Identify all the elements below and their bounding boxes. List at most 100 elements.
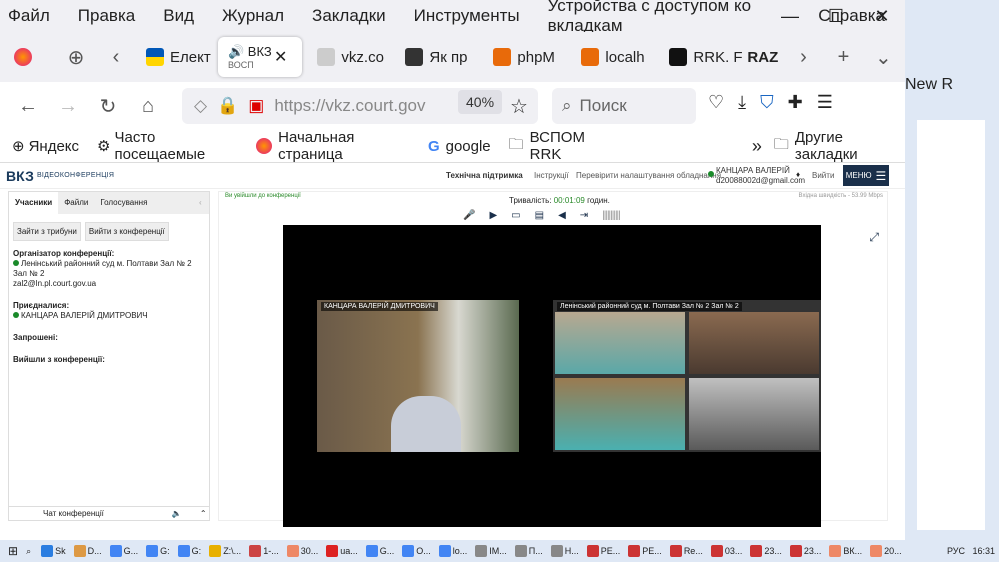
- taskbar-item[interactable]: 23...: [748, 545, 784, 557]
- tab-close-icon[interactable]: ✕: [274, 47, 287, 67]
- close-icon[interactable]: ✕: [859, 0, 905, 32]
- new-tab-icon[interactable]: +: [823, 46, 863, 69]
- taskbar-item[interactable]: D...: [72, 545, 104, 557]
- zoom-level[interactable]: 40%: [458, 90, 503, 114]
- tab-participants[interactable]: Учасники: [9, 192, 59, 214]
- tab-wiki[interactable]: Як пр: [395, 37, 483, 77]
- lock-icon[interactable]: 🔒: [217, 96, 238, 116]
- search-icon[interactable]: ⌕: [26, 546, 31, 557]
- taskbar-item[interactable]: O...: [400, 545, 433, 557]
- taskbar-item[interactable]: 1-...: [247, 545, 281, 557]
- logout-link[interactable]: Вийти: [812, 171, 834, 180]
- home-icon[interactable]: ⌂: [128, 95, 168, 118]
- bookmark-google[interactable]: Ggoogle: [428, 138, 491, 155]
- menu-bookmarks[interactable]: Закладки: [312, 6, 386, 26]
- taskbar-item[interactable]: ВК...: [827, 545, 864, 557]
- lang-indicator[interactable]: РУС: [947, 546, 965, 556]
- minimize-icon[interactable]: —: [767, 0, 813, 32]
- participant-feed[interactable]: КАНЦАРА ВАЛЕРІЙ ДМИТРОВИЧ: [317, 300, 519, 452]
- tab-localhost[interactable]: localh: [571, 37, 659, 77]
- vkz-logo[interactable]: ВКЗ: [6, 168, 34, 184]
- pocket-icon[interactable]: ♡: [708, 92, 724, 113]
- tab-elect[interactable]: Елект: [136, 37, 218, 77]
- chevron-right-icon[interactable]: ›: [783, 46, 823, 69]
- leave-conference-button[interactable]: Вийти з конференції: [84, 222, 169, 241]
- taskbar-item[interactable]: Z:\...: [207, 545, 243, 557]
- video-icon[interactable]: ▶: [489, 210, 497, 221]
- download-icon[interactable]: ⤓: [738, 92, 746, 113]
- tab-voting[interactable]: Голосування: [94, 192, 153, 214]
- menu-button[interactable]: МЕНЮ ☰: [843, 165, 889, 186]
- taskbar-item[interactable]: IM...: [473, 545, 509, 557]
- tab-vkz-active[interactable]: 🔊 ВКЗ ВОСП: [218, 37, 302, 77]
- tab-raz[interactable]: RAZ: [743, 37, 783, 77]
- search-input[interactable]: ⌕ Поиск: [552, 88, 696, 124]
- menu-file[interactable]: Файл: [8, 6, 50, 26]
- exit-icon[interactable]: ⇥: [580, 210, 588, 221]
- tab-rrk[interactable]: RRK. F: [659, 37, 743, 77]
- extension-shield-icon[interactable]: ⛉: [760, 92, 774, 113]
- taskbar-item[interactable]: Н...: [549, 545, 581, 557]
- chat-bar[interactable]: Чат конференції 🔈 ⌃: [9, 506, 209, 520]
- hamburger-menu-icon[interactable]: ☰: [817, 92, 833, 113]
- taskbar-item[interactable]: G...: [364, 545, 397, 557]
- taskbar-item[interactable]: G:: [144, 545, 172, 557]
- chevron-down-icon[interactable]: ⌄: [863, 45, 903, 70]
- taskbar-item[interactable]: ua...: [324, 545, 360, 557]
- maximize-icon[interactable]: ☐: [813, 0, 859, 32]
- taskbar-item[interactable]: lo...: [437, 545, 470, 557]
- fullscreen-icon[interactable]: ⤢: [869, 230, 879, 245]
- bookmark-yandex[interactable]: ⊕ Яндекс: [12, 137, 79, 156]
- menu-devices[interactable]: Устройства с доступом ко вкладкам: [548, 0, 791, 36]
- start-icon[interactable]: ⊞: [8, 544, 18, 558]
- taskbar-item[interactable]: PE...: [626, 545, 664, 557]
- taskbar-item[interactable]: 23...: [788, 545, 824, 557]
- firefox-icon[interactable]: [14, 48, 32, 66]
- taskbar-item[interactable]: G:: [176, 545, 204, 557]
- instructions-link[interactable]: Інструкції: [534, 171, 569, 180]
- tab-phpmyadmin[interactable]: phpM: [483, 37, 571, 77]
- taskbar-item[interactable]: G...: [108, 545, 141, 557]
- extensions-icon[interactable]: ✚: [788, 92, 803, 113]
- bookmark-vspom[interactable]: 🗀 ВСПОМ RRK: [509, 129, 612, 163]
- chevron-up-icon[interactable]: ⌃: [200, 509, 207, 518]
- bookmark-start-page[interactable]: Начальная страница: [256, 129, 410, 163]
- taskbar-item[interactable]: 30...: [285, 545, 321, 557]
- menu-history[interactable]: Журнал: [222, 6, 284, 26]
- bookmark-other[interactable]: 🗀 Другие закладки: [774, 129, 899, 163]
- shield-icon[interactable]: ◇: [194, 96, 207, 116]
- check-hw-link[interactable]: Перевірити налаштування обладнання: [576, 171, 721, 180]
- document-icon[interactable]: ▤: [535, 210, 544, 221]
- bookmark-star-icon[interactable]: ☆: [510, 94, 528, 119]
- mic-icon[interactable]: 🎤: [463, 210, 475, 221]
- taskbar-item[interactable]: 20...: [868, 545, 904, 557]
- taskbar-item[interactable]: Re...: [668, 545, 705, 557]
- word-title[interactable]: New R: [905, 76, 953, 94]
- menu-tools[interactable]: Инструменты: [414, 6, 520, 26]
- chevron-left-icon[interactable]: ‹: [96, 46, 136, 69]
- taskbar-item[interactable]: Sk: [39, 545, 68, 557]
- support-link[interactable]: Технічна підтримка: [446, 171, 523, 180]
- speaker-icon[interactable]: 🔈: [172, 509, 182, 518]
- camera-icon[interactable]: ▣: [248, 96, 264, 116]
- taskbar-item[interactable]: PE...: [585, 545, 623, 557]
- menu-edit[interactable]: Правка: [78, 6, 135, 26]
- tab-files[interactable]: Файли: [58, 192, 94, 214]
- chevron-double-right-icon[interactable]: »: [752, 136, 762, 157]
- menu-view[interactable]: Вид: [163, 6, 194, 26]
- court-feed[interactable]: Ленінський районний суд м. Полтави Зал №…: [553, 300, 821, 452]
- clock[interactable]: 16:31: [972, 546, 995, 556]
- megaphone-icon[interactable]: ◀: [558, 210, 566, 221]
- tribune-button[interactable]: Зайти з трибуни: [13, 222, 81, 241]
- url-text[interactable]: https://vkz.court.gov: [274, 96, 425, 116]
- globe-icon[interactable]: ⊕: [56, 45, 96, 70]
- taskbar-item[interactable]: 03...: [709, 545, 745, 557]
- taskbar-item[interactable]: П...: [513, 545, 545, 557]
- tab-vkz[interactable]: vkz.co: [307, 37, 395, 77]
- reload-icon[interactable]: ↻: [88, 94, 128, 119]
- forward-icon[interactable]: →: [48, 95, 88, 118]
- bookmark-most-visited[interactable]: ⚙ Часто посещаемые: [97, 129, 238, 163]
- key-icon[interactable]: ♦: [796, 170, 800, 179]
- back-icon[interactable]: ←: [8, 95, 48, 118]
- collapse-panel-icon[interactable]: ‹: [199, 198, 202, 207]
